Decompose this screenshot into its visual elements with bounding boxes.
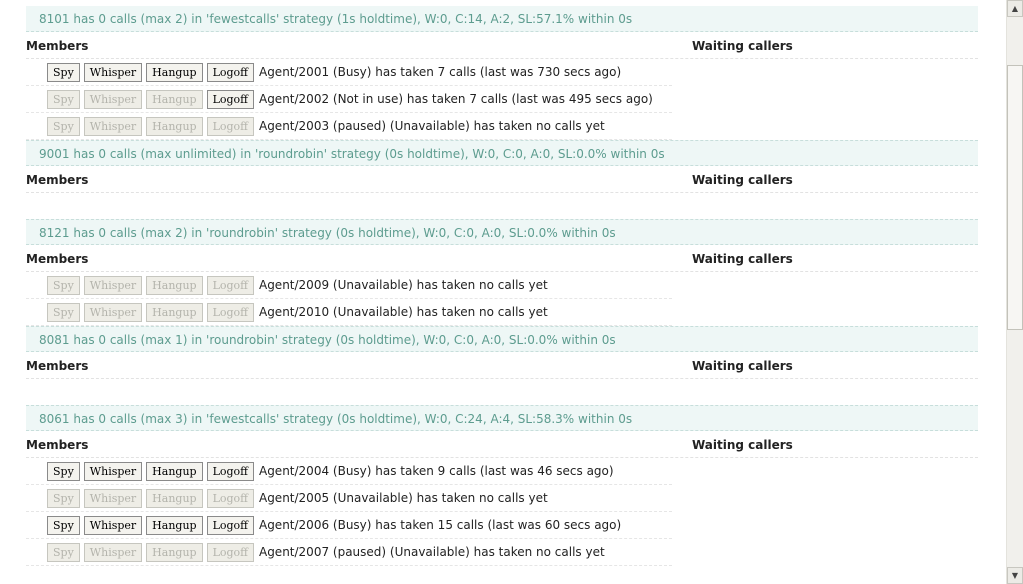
logoff-button: Logoff xyxy=(206,542,254,562)
members-label: Members xyxy=(26,173,89,187)
hangup-button[interactable]: Hangup xyxy=(146,461,203,481)
spy-button: Spy xyxy=(47,302,80,322)
member-status-text: Agent/2006 (Busy) has taken 15 calls (la… xyxy=(258,518,622,532)
logoff-button[interactable]: Logoff xyxy=(206,89,254,109)
waiting-callers-label: Waiting callers xyxy=(692,359,793,373)
member-row: Spy Whisper Hangup Logoff Agent/2003 (paused… xyxy=(26,113,672,140)
logoff-button: Logoff xyxy=(206,302,254,322)
hangup-button: Hangup xyxy=(146,488,203,508)
hangup-button: Hangup xyxy=(146,275,203,295)
whisper-button: Whisper xyxy=(83,302,143,322)
queue-section: 8061 has 0 calls (max 3) in 'fewestcalls… xyxy=(26,405,978,566)
queue-header: 8101 has 0 calls (max 2) in 'fewestcalls… xyxy=(26,6,978,32)
member-status-text: Agent/2007 (paused) (Unavailable) has ta… xyxy=(258,545,605,559)
spy-button: Spy xyxy=(47,89,80,109)
scroll-down-button[interactable]: ▼ xyxy=(1007,567,1023,584)
member-row: Spy Whisper Hangup Logoff Agent/2007 (paused… xyxy=(26,539,672,566)
member-status-text: Agent/2002 (Not in use) has taken 7 call… xyxy=(258,92,653,106)
logoff-button[interactable]: Logoff xyxy=(206,62,254,82)
queue-list: 8101 has 0 calls (max 2) in 'fewestcalls… xyxy=(26,0,978,566)
queue-section: 9001 has 0 calls (max unlimited) in 'rou… xyxy=(26,140,978,219)
logoff-button: Logoff xyxy=(206,116,254,136)
queue-status-page: 8101 has 0 calls (max 2) in 'fewestcalls… xyxy=(0,0,1006,584)
queue-header: 8061 has 0 calls (max 3) in 'fewestcalls… xyxy=(26,405,978,431)
queue-section: 8121 has 0 calls (max 2) in 'roundrobin'… xyxy=(26,219,978,326)
members-label: Members xyxy=(26,252,89,266)
logoff-button[interactable]: Logoff xyxy=(206,461,254,481)
spy-button: Spy xyxy=(47,275,80,295)
scrollbar-thumb[interactable] xyxy=(1007,65,1023,331)
whisper-button[interactable]: Whisper xyxy=(83,62,143,82)
spy-button: Spy xyxy=(47,542,80,562)
spy-button[interactable]: Spy xyxy=(47,461,80,481)
hangup-button: Hangup xyxy=(146,116,203,136)
whisper-button: Whisper xyxy=(83,116,143,136)
members-label: Members xyxy=(26,359,89,373)
member-row: Spy Whisper Hangup Logoff Agent/2006 (Busy) … xyxy=(26,512,672,539)
spy-button: Spy xyxy=(47,488,80,508)
members-header-row: Members Waiting callers xyxy=(26,352,978,379)
member-row: Spy Whisper Hangup Logoff Agent/2001 (Busy) … xyxy=(26,59,672,86)
whisper-button[interactable]: Whisper xyxy=(83,461,143,481)
queue-section: 8101 has 0 calls (max 2) in 'fewestcalls… xyxy=(26,6,978,140)
hangup-button: Hangup xyxy=(146,542,203,562)
members-header-row: Members Waiting callers xyxy=(26,32,978,59)
members-header-row: Members Waiting callers xyxy=(26,245,978,272)
whisper-button: Whisper xyxy=(83,275,143,295)
hangup-button[interactable]: Hangup xyxy=(146,515,203,535)
queue-header: 8081 has 0 calls (max 1) in 'roundrobin'… xyxy=(26,326,978,352)
spy-button: Spy xyxy=(47,116,80,136)
empty-members-row xyxy=(26,193,978,219)
member-status-text: Agent/2004 (Busy) has taken 9 calls (las… xyxy=(258,464,614,478)
waiting-callers-label: Waiting callers xyxy=(692,39,793,53)
logoff-button: Logoff xyxy=(206,488,254,508)
member-row: Spy Whisper Hangup Logoff Agent/2002 (Not in… xyxy=(26,86,672,113)
member-row: Spy Whisper Hangup Logoff Agent/2009 (Unavai… xyxy=(26,272,672,299)
member-status-text: Agent/2009 (Unavailable) has taken no ca… xyxy=(258,278,548,292)
members-label: Members xyxy=(26,438,89,452)
logoff-button[interactable]: Logoff xyxy=(206,515,254,535)
hangup-button: Hangup xyxy=(146,302,203,322)
spy-button[interactable]: Spy xyxy=(47,515,80,535)
member-status-text: Agent/2010 (Unavailable) has taken no ca… xyxy=(258,305,548,319)
waiting-callers-label: Waiting callers xyxy=(692,438,793,452)
hangup-button[interactable]: Hangup xyxy=(146,62,203,82)
scroll-up-button[interactable]: ▲ xyxy=(1007,0,1023,17)
members-header-row: Members Waiting callers xyxy=(26,166,978,193)
member-row: Spy Whisper Hangup Logoff Agent/2005 (Unavai… xyxy=(26,485,672,512)
member-status-text: Agent/2005 (Unavailable) has taken no ca… xyxy=(258,491,548,505)
member-row: Spy Whisper Hangup Logoff Agent/2004 (Busy) … xyxy=(26,458,672,485)
member-status-text: Agent/2001 (Busy) has taken 7 calls (las… xyxy=(258,65,622,79)
arrow-up-icon: ▲ xyxy=(1011,4,1019,13)
logoff-button: Logoff xyxy=(206,275,254,295)
member-status-text: Agent/2003 (paused) (Unavailable) has ta… xyxy=(258,119,605,133)
empty-members-row xyxy=(26,379,978,405)
members-header-row: Members Waiting callers xyxy=(26,431,978,458)
whisper-button: Whisper xyxy=(83,542,143,562)
arrow-down-icon: ▼ xyxy=(1011,571,1019,580)
members-label: Members xyxy=(26,39,89,53)
queue-header: 8121 has 0 calls (max 2) in 'roundrobin'… xyxy=(26,219,978,245)
queue-header: 9001 has 0 calls (max unlimited) in 'rou… xyxy=(26,140,978,166)
queue-section: 8081 has 0 calls (max 1) in 'roundrobin'… xyxy=(26,326,978,405)
whisper-button: Whisper xyxy=(83,89,143,109)
hangup-button: Hangup xyxy=(146,89,203,109)
waiting-callers-label: Waiting callers xyxy=(692,252,793,266)
spy-button[interactable]: Spy xyxy=(47,62,80,82)
waiting-callers-label: Waiting callers xyxy=(692,173,793,187)
member-row: Spy Whisper Hangup Logoff Agent/2010 (Unavai… xyxy=(26,299,672,326)
whisper-button: Whisper xyxy=(83,488,143,508)
whisper-button[interactable]: Whisper xyxy=(83,515,143,535)
vertical-scrollbar[interactable]: ▲ ▼ xyxy=(1006,0,1023,584)
